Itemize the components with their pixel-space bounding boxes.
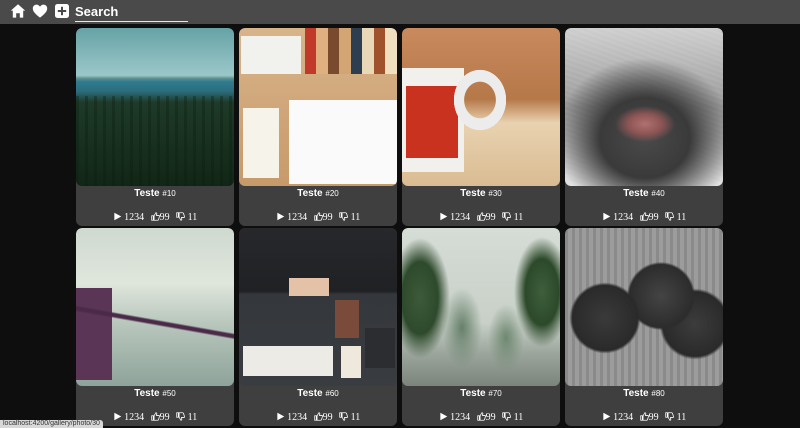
views-count: 1234	[613, 412, 634, 423]
search-field	[75, 2, 188, 22]
likes-count: 99	[322, 212, 333, 223]
photo-stats: 1234 99 11	[76, 212, 234, 223]
photo-thumbnail[interactable]	[239, 228, 397, 386]
photo-card[interactable]: Teste #60 1234 99 11	[239, 228, 397, 426]
views-count: 1234	[124, 212, 145, 223]
dislikes-count: 11	[676, 412, 687, 423]
plus-square-icon[interactable]	[54, 3, 70, 19]
play-icon	[603, 212, 610, 221]
photo-stats: 1234 99 11	[239, 212, 397, 223]
thumbs-up-icon[interactable]	[313, 212, 323, 221]
play-icon	[440, 212, 447, 221]
home-icon[interactable]	[10, 3, 26, 19]
dislikes-count: 11	[513, 212, 524, 223]
play-icon	[440, 412, 447, 421]
photo-thumbnail[interactable]	[239, 28, 397, 186]
dislikes-count: 11	[187, 412, 198, 423]
thumbs-up-icon[interactable]	[476, 412, 486, 421]
likes-count: 99	[648, 212, 659, 223]
photo-stats: 1234 99 11	[402, 412, 560, 423]
photo-card[interactable]: Teste #10 1234 99 11	[76, 28, 234, 226]
thumbs-up-icon[interactable]	[639, 212, 649, 221]
likes-count: 99	[648, 412, 659, 423]
photo-card[interactable]: Teste #20 1234 99 11	[239, 28, 397, 226]
photo-title: Teste #80	[623, 388, 665, 399]
likes-count: 99	[322, 412, 333, 423]
thumbs-up-icon[interactable]	[150, 412, 160, 421]
top-navigation-bar	[0, 0, 800, 24]
dislikes-count: 11	[187, 212, 198, 223]
dislikes-count: 11	[350, 212, 361, 223]
thumbs-down-icon[interactable]	[176, 212, 186, 221]
photo-thumbnail[interactable]	[76, 28, 234, 186]
photo-card[interactable]: Teste #30 1234 99 11	[402, 28, 560, 226]
status-bar-url: localhost:4200/gallery/photo/30	[0, 420, 103, 428]
photo-gallery-grid: Teste #10 1234 99 11 Teste #20 1234 99 1…	[76, 28, 724, 428]
likes-count: 99	[485, 212, 496, 223]
likes-count: 99	[159, 212, 170, 223]
photo-thumbnail[interactable]	[402, 28, 560, 186]
photo-card[interactable]: Teste #80 1234 99 11	[565, 228, 723, 426]
photo-thumbnail[interactable]	[565, 228, 723, 386]
views-count: 1234	[613, 212, 634, 223]
play-icon	[277, 412, 284, 421]
photo-stats: 1234 99 11	[239, 412, 397, 423]
photo-stats: 1234 99 11	[402, 212, 560, 223]
views-count: 1234	[450, 412, 471, 423]
thumbs-down-icon[interactable]	[339, 412, 349, 421]
thumbs-down-icon[interactable]	[502, 212, 512, 221]
dislikes-count: 11	[350, 412, 361, 423]
photo-title: Teste #10	[134, 188, 176, 199]
thumbs-down-icon[interactable]	[665, 412, 675, 421]
thumbs-down-icon[interactable]	[665, 212, 675, 221]
photo-thumbnail[interactable]	[565, 28, 723, 186]
thumbs-down-icon[interactable]	[339, 212, 349, 221]
photo-title: Teste #40	[623, 188, 665, 199]
play-icon	[114, 412, 121, 421]
thumbs-up-icon[interactable]	[639, 412, 649, 421]
photo-card[interactable]: Teste #70 1234 99 11	[402, 228, 560, 426]
likes-count: 99	[159, 412, 170, 423]
photo-title: Teste #30	[460, 188, 502, 199]
photo-title: Teste #60	[297, 388, 339, 399]
heart-icon[interactable]	[32, 3, 48, 19]
photo-stats: 1234 99 11	[565, 212, 723, 223]
views-count: 1234	[450, 212, 471, 223]
photo-card[interactable]: Teste #50 1234 99 11	[76, 228, 234, 426]
play-icon	[603, 412, 610, 421]
photo-card[interactable]: Teste #40 1234 99 11	[565, 28, 723, 226]
likes-count: 99	[485, 412, 496, 423]
thumbs-up-icon[interactable]	[476, 212, 486, 221]
search-input[interactable]	[75, 2, 188, 20]
views-count: 1234	[287, 212, 308, 223]
photo-stats: 1234 99 11	[565, 412, 723, 423]
thumbs-down-icon[interactable]	[502, 412, 512, 421]
play-icon	[114, 212, 121, 221]
thumbs-up-icon[interactable]	[150, 212, 160, 221]
thumbs-down-icon[interactable]	[176, 412, 186, 421]
photo-title: Teste #20	[297, 188, 339, 199]
views-count: 1234	[287, 412, 308, 423]
views-count: 1234	[124, 412, 145, 423]
photo-thumbnail[interactable]	[76, 228, 234, 386]
photo-thumbnail[interactable]	[402, 228, 560, 386]
dislikes-count: 11	[513, 412, 524, 423]
play-icon	[277, 212, 284, 221]
thumbs-up-icon[interactable]	[313, 412, 323, 421]
photo-title: Teste #70	[460, 388, 502, 399]
photo-title: Teste #50	[134, 388, 176, 399]
dislikes-count: 11	[676, 212, 687, 223]
